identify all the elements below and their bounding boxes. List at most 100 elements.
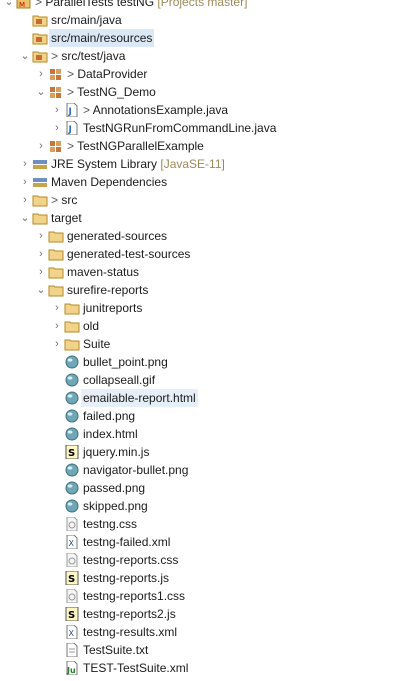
- tree-item-label: index.html: [83, 425, 138, 443]
- tree-item-label: src/main/resources: [49, 29, 155, 47]
- tree-item[interactable]: src/main/java: [0, 11, 401, 29]
- collapsed-chevron-icon[interactable]: ›: [36, 137, 46, 155]
- tree-item[interactable]: navigator-bullet.png: [0, 461, 401, 479]
- tree-item[interactable]: ⌄ > TestNG_Demo: [0, 83, 401, 101]
- tree-item-text: src/main/java: [51, 13, 122, 27]
- source-folder-icon: [32, 13, 48, 27]
- tree-item[interactable]: src/main/resources: [0, 29, 401, 47]
- tree-item[interactable]: › generated-test-sources: [0, 245, 401, 263]
- tree-item[interactable]: testng-reports1.css: [0, 587, 401, 605]
- tree-item[interactable]: ⌄ M > ParallelTests testNG [Projects maste…: [0, 0, 401, 11]
- tree-item[interactable]: Xtestng-failed.xml: [0, 533, 401, 551]
- tree-item-label: testng-reports2.js: [83, 605, 176, 623]
- collapsed-chevron-icon[interactable]: ›: [52, 335, 62, 353]
- tree-item[interactable]: › Maven Dependencies: [0, 173, 401, 191]
- tree-item[interactable]: Stestng-reports.js: [0, 569, 401, 587]
- tree-item-text: JRE System Library: [51, 157, 158, 171]
- tree-item-label: > src: [51, 191, 77, 209]
- collapsed-chevron-icon[interactable]: ›: [20, 155, 30, 173]
- tree-item-text: bullet_point.png: [83, 355, 168, 369]
- collapsed-chevron-icon[interactable]: ›: [36, 263, 46, 281]
- svg-text:M: M: [19, 1, 25, 9]
- html-file-icon: [64, 391, 80, 405]
- tree-item[interactable]: ⌄ surefire-reports: [0, 281, 401, 299]
- tree-item[interactable]: › generated-sources: [0, 227, 401, 245]
- css-file-icon: [64, 588, 80, 604]
- collapsed-chevron-icon[interactable]: ›: [20, 173, 30, 191]
- expanded-chevron-icon[interactable]: ⌄: [20, 209, 30, 227]
- collapsed-chevron-icon[interactable]: ›: [52, 299, 62, 317]
- tree-item-text: testng-reports2.js: [83, 607, 176, 621]
- tree-item[interactable]: TestSuite.txt: [0, 641, 401, 659]
- library-icon: [32, 175, 48, 189]
- expanded-chevron-icon[interactable]: ⌄: [36, 281, 46, 299]
- tree-item[interactable]: testng-reports.css: [0, 551, 401, 569]
- collapsed-chevron-icon[interactable]: ›: [20, 191, 30, 209]
- tree-item[interactable]: testng.css: [0, 515, 401, 533]
- folder-icon: [32, 193, 48, 207]
- tree-item[interactable]: failed.png: [0, 407, 401, 425]
- tree-item-label: jquery.min.js: [83, 443, 149, 461]
- tree-item[interactable]: › old: [0, 317, 401, 335]
- tree-item-text: TestNGParallelExample: [77, 139, 204, 153]
- tree-item[interactable]: Ju TEST-TestSuite.xml: [0, 659, 401, 677]
- source-folder-icon: [32, 49, 48, 63]
- collapsed-chevron-icon[interactable]: ›: [52, 101, 62, 119]
- expanded-chevron-icon[interactable]: ⌄: [36, 83, 46, 101]
- tree-item[interactable]: passed.png: [0, 479, 401, 497]
- js-file-icon: S: [64, 444, 80, 460]
- tree-item-text: src: [61, 193, 78, 207]
- image-file-icon: [64, 355, 80, 369]
- tree-item-label: TestSuite.txt: [83, 641, 148, 659]
- tree-item[interactable]: Stestng-reports2.js: [0, 605, 401, 623]
- tree-item[interactable]: › Suite: [0, 335, 401, 353]
- tree-item[interactable]: › > TestNGParallelExample: [0, 137, 401, 155]
- tree-item-text: old: [83, 319, 100, 333]
- collapsed-chevron-icon[interactable]: ›: [36, 245, 46, 263]
- tree-item[interactable]: ⌄ > src/test/java: [0, 47, 401, 65]
- expanded-chevron-icon[interactable]: ⌄: [4, 0, 14, 11]
- tree-item[interactable]: › > src: [0, 191, 401, 209]
- tree-item-label: testng-results.xml: [83, 623, 177, 641]
- collapsed-chevron-icon[interactable]: ›: [52, 317, 62, 335]
- tree-item[interactable]: › > DataProvider: [0, 65, 401, 83]
- collapsed-chevron-icon[interactable]: ›: [36, 227, 46, 245]
- tree-item[interactable]: ⌄ target: [0, 209, 401, 227]
- tree-item-label: testng-reports1.css: [83, 587, 185, 605]
- text-file-icon: [64, 642, 80, 658]
- tree-item-text: emailable-report.html: [83, 391, 196, 405]
- package-icon: [48, 67, 64, 81]
- junit-xml-file-icon: Ju: [64, 660, 80, 676]
- tree-item[interactable]: index.html: [0, 425, 401, 443]
- git-prefix: >: [35, 0, 46, 9]
- collapsed-chevron-icon[interactable]: ›: [36, 65, 46, 83]
- tree-item[interactable]: collapseall.gif: [0, 371, 401, 389]
- tree-item[interactable]: Sjquery.min.js: [0, 443, 401, 461]
- tree-item[interactable]: › junitreports: [0, 299, 401, 317]
- tree-item-text: TestSuite.txt: [83, 643, 149, 657]
- tree-item[interactable]: › J > AnnotationsExample.java: [0, 101, 401, 119]
- tree-item[interactable]: › maven-status: [0, 263, 401, 281]
- svg-text:S: S: [68, 448, 75, 459]
- tree-item[interactable]: Xtestng-results.xml: [0, 623, 401, 641]
- tree-item[interactable]: bullet_point.png: [0, 353, 401, 371]
- tree-item-label: > DataProvider: [67, 65, 147, 83]
- tree-item-label: collapseall.gif: [83, 371, 155, 389]
- collapsed-chevron-icon[interactable]: ›: [52, 119, 62, 137]
- tree-item[interactable]: skipped.png: [0, 497, 401, 515]
- tree-item[interactable]: emailable-report.html: [0, 389, 401, 407]
- folder-icon: [48, 247, 64, 261]
- tree-item[interactable]: › J TestNGRunFromCommandLine.java: [0, 119, 401, 137]
- svg-text:Ju: Ju: [66, 666, 76, 675]
- expanded-chevron-icon[interactable]: ⌄: [20, 47, 30, 65]
- tree-item-decoration: [JavaSE-11]: [157, 157, 225, 171]
- tree-item[interactable]: › JRE System Library [JavaSE-11]: [0, 155, 401, 173]
